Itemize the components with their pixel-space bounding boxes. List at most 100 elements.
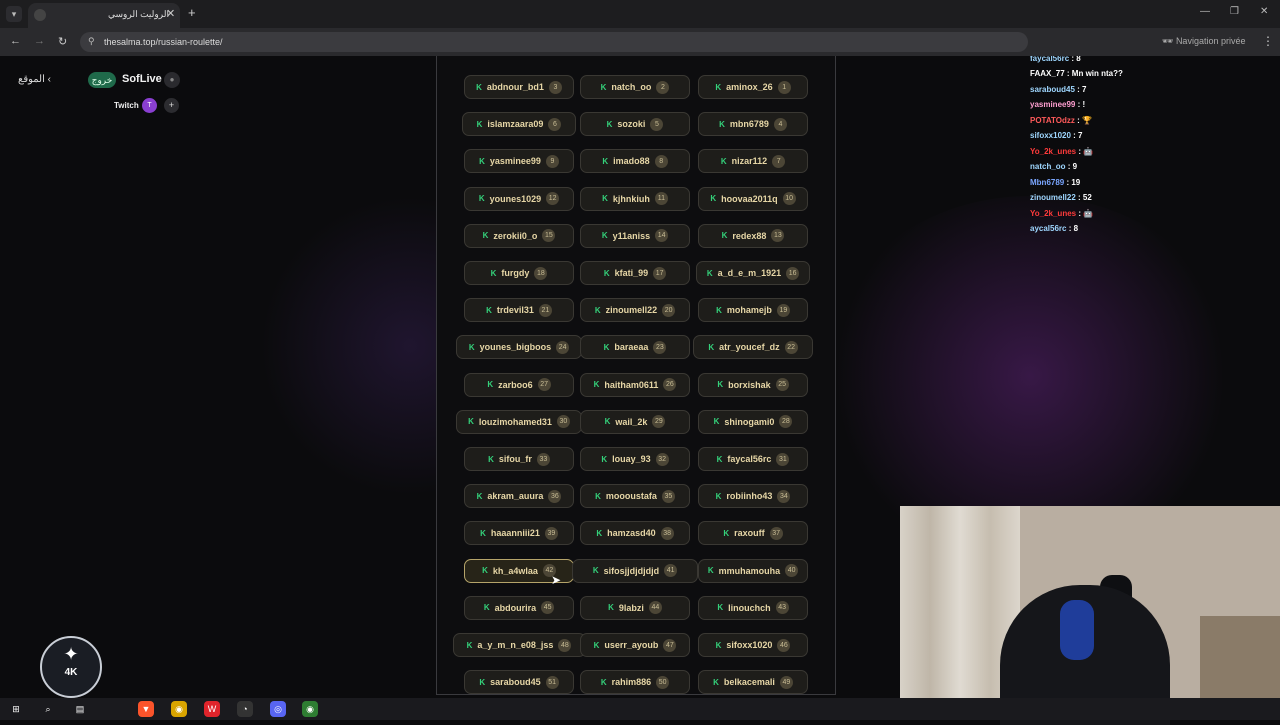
browser-tab[interactable]: الروليت الروسي ✕: [28, 3, 180, 28]
avatar[interactable]: T: [142, 98, 157, 113]
windows-start-icon[interactable]: ⊞: [8, 701, 24, 717]
chat-text: 8: [1076, 56, 1081, 63]
player-chip[interactable]: Kbelkacemali 49: [698, 670, 808, 695]
player-chip[interactable]: Knizar112 7: [698, 149, 808, 174]
minimize-icon[interactable]: —: [1200, 6, 1210, 17]
site-back-link[interactable]: الموقع ‹: [18, 74, 51, 85]
player-number: 16: [786, 266, 800, 280]
settings-icon[interactable]: ●: [164, 72, 180, 88]
player-chip[interactable]: Kmbn6789 4: [698, 112, 808, 137]
player-chip[interactable]: Ka_d_e_m_1921 16: [695, 261, 811, 285]
player-chip[interactable]: Knatch_oo 2: [580, 75, 690, 99]
player-chip[interactable]: Kkjhnkiuh 11: [580, 186, 690, 211]
player-chip[interactable]: Klouzimohamed31 30: [455, 409, 583, 434]
forward-icon[interactable]: →: [34, 35, 45, 47]
kick-icon: K: [715, 82, 722, 92]
player-chip[interactable]: Katr_youcef_dz 22: [692, 335, 814, 360]
player-chip[interactable]: Ksozoki 5: [580, 112, 690, 137]
player-chip[interactable]: Klouay_93 32: [580, 447, 690, 471]
chat-username: faycal56rc: [1030, 56, 1070, 63]
player-chip[interactable]: Ksifoxx1020 46: [698, 633, 808, 657]
brave-icon[interactable]: ▼: [138, 701, 154, 717]
menu-icon[interactable]: ⋮: [1262, 34, 1274, 48]
tab-close-icon[interactable]: ✕: [166, 7, 175, 20]
player-chip[interactable]: Kimado88 8: [580, 149, 690, 174]
player-chip[interactable]: Kfaycal56rc 31: [698, 447, 808, 471]
player-chip[interactable]: Kmohamejb 19: [698, 298, 808, 323]
chat-separator: :: [1074, 84, 1083, 94]
player-chip[interactable]: Ksifou_fr 33: [464, 447, 574, 471]
player-chip[interactable]: Kuserr_ayoub 47: [580, 633, 690, 657]
player-number: 15: [542, 229, 556, 243]
player-name: atr_youcef_dz: [719, 342, 780, 353]
player-name: younes1029: [489, 193, 542, 204]
chat-username: aycal56rc: [1030, 224, 1067, 233]
back-icon[interactable]: ←: [10, 35, 21, 47]
player-chip[interactable]: Krobiinho43 34: [698, 484, 808, 509]
player-chip[interactable]: Kshinogami0 28: [698, 409, 808, 434]
player-chip[interactable]: Kislamzaara09 6: [461, 112, 577, 137]
player-chip[interactable]: Ksifosjjdjdjdjd 41: [571, 558, 699, 583]
player-chip[interactable]: Khaaanniii21 39: [464, 521, 574, 546]
exit-button[interactable]: خروج: [88, 72, 116, 88]
player-name: userr_ayoub: [604, 640, 659, 650]
player-chip[interactable]: Kborxishak 25: [698, 372, 808, 397]
window-close-icon[interactable]: ✕: [1260, 6, 1268, 17]
player-chip[interactable]: Kyounes_bigboos 24: [455, 335, 583, 360]
app-icon[interactable]: ◔: [237, 701, 253, 717]
player-chip[interactable]: Kaminox_26 1: [698, 75, 808, 99]
player-chip[interactable]: Khaitham0611 26: [580, 372, 690, 397]
player-chip[interactable]: Kabdourira 45: [464, 595, 574, 620]
player-chip[interactable]: Kraxouff 37: [698, 521, 808, 546]
chat-separator: :: [1070, 131, 1079, 140]
task-view-icon[interactable]: ▤: [72, 701, 88, 717]
player-chip[interactable]: Kwail_2k 29: [580, 409, 690, 434]
logo-badge: ✦ 4K: [40, 636, 102, 698]
player-chip[interactable]: Kkfati_99 17: [580, 261, 690, 285]
tab-search-button[interactable]: ▾: [6, 6, 22, 22]
player-chip[interactable]: Kzarboo6 27: [464, 372, 574, 397]
player-chip[interactable]: Kyounes1029 12: [464, 186, 574, 211]
player-chip[interactable]: Ka_y_m_n_e08_jss 48: [452, 633, 586, 657]
player-number: 22: [784, 340, 798, 354]
player-number: 18: [534, 266, 548, 280]
player-chip[interactable]: Kbaraeaa 23: [580, 335, 690, 360]
address-bar[interactable]: ⚲ thesalma.top/russian-roulette/: [80, 32, 1028, 52]
player-chip[interactable]: Ky11aniss 14: [580, 223, 690, 248]
chat-message: POTATOdzz : 🏆: [1030, 116, 1092, 125]
player-chip[interactable]: Klinouchch 43: [698, 595, 808, 620]
chrome-active-icon[interactable]: ◉: [302, 701, 318, 717]
reload-icon[interactable]: ↻: [58, 35, 67, 48]
chrome-icon[interactable]: ◉: [171, 701, 187, 717]
kick-icon: K: [487, 380, 494, 390]
kick-icon: K: [593, 640, 600, 650]
player-chip[interactable]: Khoovaa2011q 10: [698, 186, 808, 211]
player-name: nizar112: [731, 156, 768, 167]
player-chip[interactable]: Krahim886 50: [580, 670, 690, 695]
add-icon[interactable]: +: [164, 98, 179, 113]
player-chip[interactable]: Ktrdevil31 21: [464, 298, 574, 323]
player-chip[interactable]: Ksaraboud45 51: [464, 670, 574, 695]
discord-icon[interactable]: ◎: [270, 701, 286, 717]
kick-icon: K: [486, 305, 492, 315]
chat-separator: :: [1065, 162, 1073, 171]
player-name: mbn6789: [729, 119, 769, 130]
search-icon[interactable]: ⌕: [40, 701, 56, 717]
player-chip[interactable]: K 9labzi 44: [580, 595, 690, 620]
player-chip[interactable]: Kabdnour_bd1 3: [464, 75, 574, 99]
player-chip[interactable]: Kmoooustafa 35: [580, 484, 690, 509]
player-number: 10: [782, 192, 796, 206]
player-chip[interactable]: Kmmuhamouha 40: [698, 558, 808, 583]
site-info-icon[interactable]: ⚲: [88, 36, 95, 47]
player-chip[interactable]: Kyasminee99 9: [464, 149, 574, 174]
wps-icon[interactable]: W: [204, 701, 220, 717]
player-chip[interactable]: Kzinoumell22 20: [580, 298, 690, 323]
player-chip[interactable]: Kredex88 13: [698, 223, 808, 248]
player-chip[interactable]: Khamzasd40 38: [580, 521, 690, 546]
player-chip[interactable]: Kzerokii0_o 15: [464, 223, 574, 248]
restore-icon[interactable]: ❐: [1230, 6, 1239, 17]
player-chip[interactable]: Kakram_auura 36: [464, 484, 574, 509]
player-chip[interactable]: Kfurgdy 18: [464, 261, 574, 285]
new-tab-button[interactable]: +: [188, 5, 196, 20]
chat-username: sifoxx1020: [1030, 131, 1071, 140]
